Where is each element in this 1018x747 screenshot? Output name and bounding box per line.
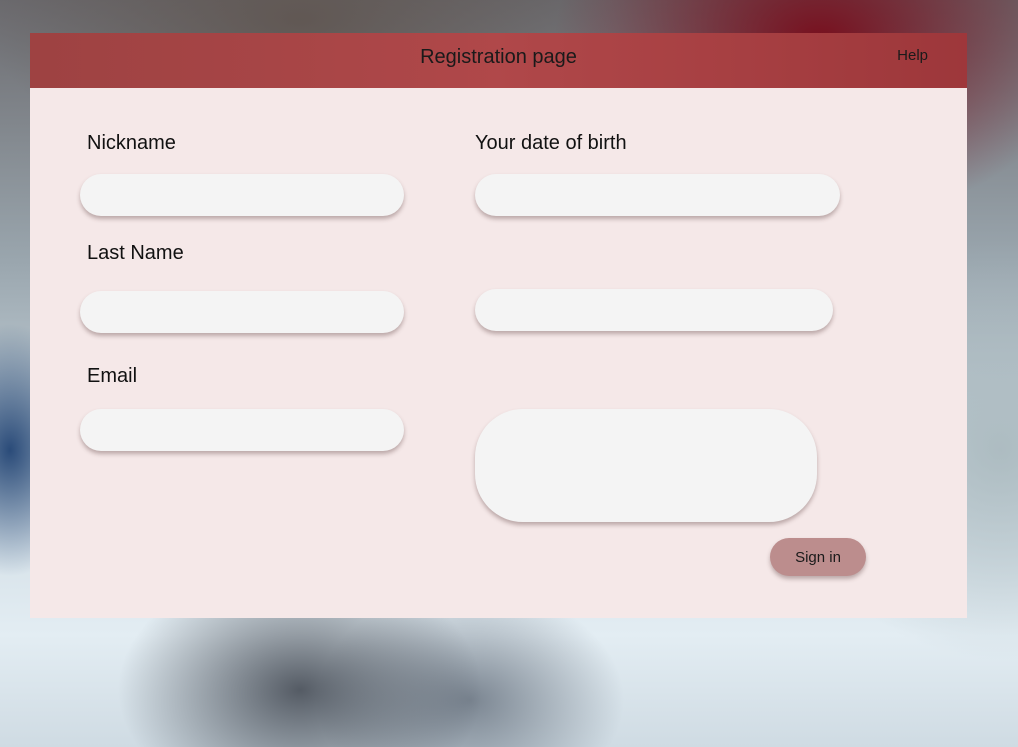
nickname-label: Nickname (87, 132, 176, 154)
sign-in-button[interactable]: Sign in (770, 538, 866, 576)
message-textarea[interactable] (475, 409, 817, 522)
last-name-input[interactable] (80, 291, 404, 333)
title-bar: Registration page Help (30, 33, 967, 88)
last-name-label: Last Name (87, 242, 184, 264)
email-input[interactable] (80, 409, 404, 451)
email-label: Email (87, 365, 138, 387)
help-link[interactable]: Help (897, 47, 928, 64)
nickname-input[interactable] (80, 174, 404, 216)
page-title: Registration page (420, 46, 577, 68)
extra-input[interactable] (475, 289, 833, 331)
date-of-birth-label: Your date of birth (475, 132, 627, 154)
date-of-birth-input[interactable] (475, 174, 840, 216)
registration-window: Registration page Help Nickname Last Nam… (30, 33, 967, 618)
